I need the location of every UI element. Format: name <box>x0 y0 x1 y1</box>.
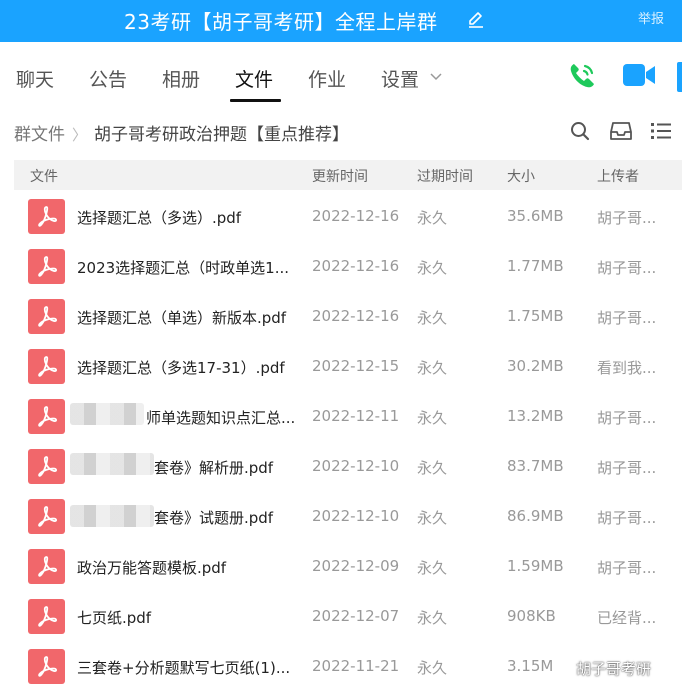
column-header-file[interactable]: 文件 <box>30 166 58 186</box>
file-row[interactable]: 选择题汇总（多选）.pdf 2022-12-16 永久 35.6MB 胡子哥... <box>14 191 682 241</box>
file-expire: 永久 <box>417 409 448 427</box>
list-view-icon[interactable] <box>650 121 672 141</box>
file-uploader: 胡子哥... <box>597 259 657 277</box>
pdf-file-icon <box>28 299 65 334</box>
breadcrumb-current: 胡子哥考研政治押题【重点推荐】 <box>94 125 350 145</box>
window-edge-indicator <box>677 62 682 92</box>
file-name[interactable]: 选择题汇总（单选）新版本.pdf <box>77 307 292 328</box>
file-name[interactable]: 选择题汇总（多选）.pdf <box>77 207 292 228</box>
tab-album[interactable]: 相册 <box>162 65 200 92</box>
tab-chat[interactable]: 聊天 <box>16 65 54 92</box>
edit-icon[interactable] <box>466 9 486 29</box>
inbox-icon[interactable] <box>610 121 632 141</box>
file-size: 1.59MB <box>507 557 564 575</box>
breadcrumb: 群文件〉胡子哥考研政治押题【重点推荐】 <box>14 120 349 145</box>
file-row[interactable]: 选择题汇总（多选17-31）.pdf 2022-12-15 永久 30.2MB 看到我.… <box>14 341 682 391</box>
pdf-file-icon <box>28 549 65 584</box>
file-expire: 永久 <box>417 559 448 577</box>
file-row[interactable]: 七页纸.pdf 2022-12-07 永久 908KB 已经背... <box>14 591 682 641</box>
file-size: 83.7MB <box>507 457 564 475</box>
column-header-uploader[interactable]: 上传者 <box>597 166 639 186</box>
file-expire: 永久 <box>417 209 448 227</box>
pdf-file-icon <box>28 599 65 634</box>
file-uploader: 胡子哥... <box>597 309 657 327</box>
breadcrumb-separator-icon: 〉 <box>72 126 88 144</box>
file-uploader: 胡子哥... <box>597 509 657 527</box>
file-updated-date: 2022-12-16 <box>312 257 400 275</box>
file-name[interactable]: 选择题汇总（多选17-31）.pdf <box>77 357 292 378</box>
file-expire: 永久 <box>417 359 448 377</box>
file-uploader: 胡子哥... <box>597 459 657 477</box>
file-updated-date: 2022-12-15 <box>312 357 400 375</box>
wechat-logo-icon <box>552 660 572 677</box>
file-uploader: 胡子哥... <box>597 209 657 227</box>
breadcrumb-root[interactable]: 群文件 <box>14 125 65 145</box>
file-name[interactable]: 七页纸.pdf <box>77 607 292 628</box>
file-size: 1.77MB <box>507 257 564 275</box>
tab-notice[interactable]: 公告 <box>89 65 127 92</box>
search-icon[interactable] <box>570 121 590 141</box>
file-expire: 永久 <box>417 609 448 627</box>
file-updated-date: 2022-12-16 <box>312 307 400 325</box>
file-updated-date: 2022-12-16 <box>312 207 400 225</box>
file-uploader: 已经背... <box>597 609 657 627</box>
file-size: 13.2MB <box>507 407 564 425</box>
file-table-header: 文件 更新时间 过期时间 大小 上传者 <box>14 160 682 190</box>
file-uploader: 胡子哥... <box>597 559 657 577</box>
file-size: 35.6MB <box>507 207 564 225</box>
file-updated-date: 2022-12-09 <box>312 557 400 575</box>
redacted-text-overlay <box>70 505 154 527</box>
redacted-text-overlay <box>70 403 144 425</box>
phone-call-icon[interactable] <box>566 60 598 92</box>
file-row[interactable]: 2023选择题汇总（时政单选1... 2022-12-16 永久 1.77MB 胡子哥.… <box>14 241 682 291</box>
redacted-text-overlay <box>70 453 154 475</box>
file-name[interactable]: 政治万能答题模板.pdf <box>77 557 292 578</box>
column-header-updated[interactable]: 更新时间 <box>312 166 368 186</box>
file-expire: 永久 <box>417 259 448 277</box>
file-size: 908KB <box>507 607 556 625</box>
video-call-icon[interactable] <box>622 62 656 88</box>
pdf-file-icon <box>28 499 65 534</box>
file-size: 86.9MB <box>507 507 564 525</box>
file-size: 1.75MB <box>507 307 564 325</box>
file-name[interactable]: 2023选择题汇总（时政单选1... <box>77 257 292 278</box>
file-row[interactable]: 选择题汇总（单选）新版本.pdf 2022-12-16 永久 1.75MB 胡子哥... <box>14 291 682 341</box>
file-updated-date: 2022-11-21 <box>312 657 400 675</box>
pdf-file-icon <box>28 249 65 284</box>
file-updated-date: 2022-12-10 <box>312 507 400 525</box>
active-tab-indicator <box>230 99 281 102</box>
tab-files[interactable]: 文件 <box>235 65 273 92</box>
file-size: 3.15M <box>507 657 554 675</box>
tab-bar: 聊天 公告 相册 文件 作业 设置 <box>0 42 682 110</box>
group-title: 23考研【胡子哥考研】全程上岸群 <box>124 10 438 34</box>
file-expire: 永久 <box>417 309 448 327</box>
file-expire: 永久 <box>417 459 448 477</box>
column-header-size[interactable]: 大小 <box>507 166 535 186</box>
watermark-text: 胡子哥考研 <box>576 660 652 678</box>
column-header-expire[interactable]: 过期时间 <box>417 166 473 186</box>
pdf-file-icon <box>28 349 65 384</box>
file-expire: 永久 <box>417 509 448 527</box>
file-expire: 永久 <box>417 659 448 677</box>
window-title-bar: 23考研【胡子哥考研】全程上岸群 举报 <box>0 0 682 42</box>
pdf-file-icon <box>28 199 65 234</box>
file-updated-date: 2022-12-10 <box>312 457 400 475</box>
file-uploader: 胡子哥... <box>597 409 657 427</box>
file-name[interactable]: 三套卷+分析题默写七页纸(1)... <box>77 657 292 678</box>
file-updated-date: 2022-12-07 <box>312 607 400 625</box>
file-uploader: 看到我... <box>597 359 657 377</box>
pdf-file-icon <box>28 649 65 684</box>
pdf-file-icon <box>28 399 65 434</box>
pdf-file-icon <box>28 449 65 484</box>
file-size: 30.2MB <box>507 357 564 375</box>
chevron-down-icon[interactable] <box>429 72 443 82</box>
tab-settings[interactable]: 设置 <box>381 65 419 92</box>
file-row[interactable]: 政治万能答题模板.pdf 2022-12-09 永久 1.59MB 胡子哥... <box>14 541 682 591</box>
file-updated-date: 2022-12-11 <box>312 407 400 425</box>
report-link[interactable]: 举报 <box>638 8 664 27</box>
tab-homework[interactable]: 作业 <box>308 65 346 92</box>
